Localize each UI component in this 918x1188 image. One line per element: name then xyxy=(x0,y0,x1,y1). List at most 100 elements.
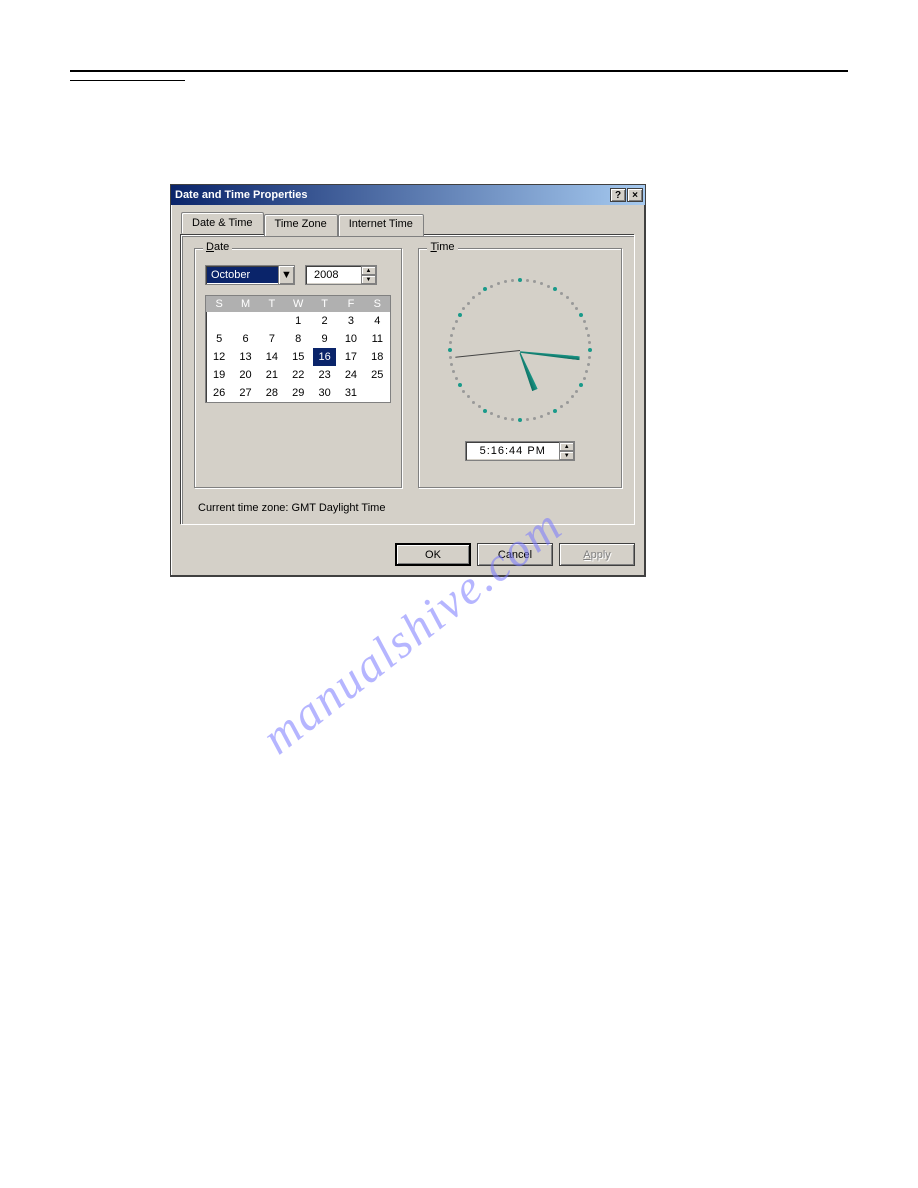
calendar-day[interactable]: 31 xyxy=(338,384,364,402)
clock-tick xyxy=(483,287,487,291)
clock-tick xyxy=(504,417,507,420)
close-button[interactable]: × xyxy=(627,188,643,202)
ok-button[interactable]: OK xyxy=(395,543,471,566)
clock-tick xyxy=(579,383,583,387)
calendar-day[interactable]: 19 xyxy=(206,366,232,384)
calendar-day[interactable]: 20 xyxy=(232,366,258,384)
clock-tick xyxy=(478,292,481,295)
calendar-day[interactable]: 25 xyxy=(364,366,390,384)
calendar-day[interactable]: 4 xyxy=(364,312,390,330)
clock-tick xyxy=(518,278,522,282)
calendar-day[interactable]: 23 xyxy=(311,366,337,384)
calendar-day[interactable]: 16 xyxy=(313,348,335,366)
tab-strip: Date & Time Time Zone Internet Time xyxy=(181,214,635,236)
calendar-day[interactable]: 2 xyxy=(311,312,337,330)
calendar-day xyxy=(232,312,258,330)
clock-tick xyxy=(579,313,583,317)
calendar-day[interactable]: 27 xyxy=(232,384,258,402)
calendar-day[interactable]: 3 xyxy=(338,312,364,330)
dropdown-arrow-icon[interactable]: ▼ xyxy=(278,266,294,284)
calendar-day[interactable]: 15 xyxy=(285,348,311,366)
apply-button[interactable]: Apply xyxy=(559,543,635,566)
clock-tick xyxy=(566,296,569,299)
year-down-button[interactable]: ▼ xyxy=(361,275,376,284)
time-input[interactable]: 5:16:44 PM ▲ ▼ xyxy=(465,441,575,461)
calendar-day[interactable]: 14 xyxy=(259,348,285,366)
time-up-button[interactable]: ▲ xyxy=(559,442,574,451)
calendar-day[interactable]: 6 xyxy=(232,330,258,348)
window-title: Date and Time Properties xyxy=(175,189,610,201)
calendar-day[interactable]: 13 xyxy=(232,348,258,366)
tab-internet-time[interactable]: Internet Time xyxy=(338,214,424,236)
calendar-day xyxy=(259,312,285,330)
calendar-day-header: T xyxy=(259,296,285,312)
analog-clock xyxy=(429,265,611,435)
month-dropdown[interactable]: October ▼ xyxy=(205,265,295,285)
tab-time-zone[interactable]: Time Zone xyxy=(264,214,338,236)
calendar-day[interactable]: 29 xyxy=(285,384,311,402)
clock-tick xyxy=(467,395,470,398)
clock-tick xyxy=(533,417,536,420)
help-button[interactable]: ? xyxy=(610,188,626,202)
calendar-day[interactable]: 8 xyxy=(285,330,311,348)
calendar-day xyxy=(206,312,232,330)
time-value[interactable]: 5:16:44 PM xyxy=(466,445,559,457)
clock-tick xyxy=(455,377,458,380)
titlebar[interactable]: Date and Time Properties ? × xyxy=(171,185,645,205)
tab-date-time[interactable]: Date & Time xyxy=(181,212,264,234)
page-rule xyxy=(70,70,848,72)
calendar-day[interactable]: 28 xyxy=(259,384,285,402)
clock-tick xyxy=(547,285,550,288)
year-spinner[interactable]: 2008 ▲ ▼ xyxy=(305,265,377,285)
tab-panel: Date October ▼ 2008 ▲ xyxy=(181,235,635,525)
calendar-day-header: W xyxy=(285,296,311,312)
clock-tick xyxy=(588,356,591,359)
calendar-day-header: F xyxy=(338,296,364,312)
clock-tick xyxy=(587,363,590,366)
calendar-day[interactable]: 9 xyxy=(311,330,337,348)
dialog-buttons: OK Cancel Apply xyxy=(171,535,645,576)
calendar-day[interactable]: 5 xyxy=(206,330,232,348)
time-down-button[interactable]: ▼ xyxy=(559,451,574,460)
calendar-day xyxy=(364,384,390,402)
clock-tick xyxy=(571,395,574,398)
clock-tick xyxy=(452,327,455,330)
clock-tick xyxy=(540,282,543,285)
clock-tick xyxy=(511,279,514,282)
clock-tick xyxy=(478,405,481,408)
calendar-day[interactable]: 21 xyxy=(259,366,285,384)
clock-tick xyxy=(490,412,493,415)
clock-tick xyxy=(458,383,462,387)
clock-tick xyxy=(490,285,493,288)
calendar-day[interactable]: 26 xyxy=(206,384,232,402)
calendar-day[interactable]: 30 xyxy=(311,384,337,402)
clock-tick xyxy=(588,348,592,352)
clock-tick xyxy=(560,292,563,295)
calendar-body[interactable]: 1234567891011121314151617181920212223242… xyxy=(206,312,390,402)
month-value: October xyxy=(206,269,278,281)
clock-tick xyxy=(448,348,452,352)
year-up-button[interactable]: ▲ xyxy=(361,266,376,275)
clock-tick xyxy=(587,334,590,337)
clock-tick xyxy=(553,287,557,291)
clock-tick xyxy=(526,279,529,282)
clock-tick xyxy=(533,280,536,283)
clock-tick xyxy=(450,363,453,366)
calendar[interactable]: SMTWTFS 12345678910111213141516171819202… xyxy=(205,295,391,403)
calendar-day[interactable]: 11 xyxy=(364,330,390,348)
calendar-day[interactable]: 7 xyxy=(259,330,285,348)
clock-tick xyxy=(583,320,586,323)
calendar-day[interactable]: 12 xyxy=(206,348,232,366)
calendar-day[interactable]: 1 xyxy=(285,312,311,330)
clock-tick xyxy=(566,401,569,404)
calendar-day[interactable]: 24 xyxy=(338,366,364,384)
hour-hand xyxy=(517,352,538,391)
cancel-button[interactable]: Cancel xyxy=(477,543,553,566)
clock-tick xyxy=(588,341,591,344)
minute-hand xyxy=(520,350,580,360)
calendar-day[interactable]: 10 xyxy=(338,330,364,348)
calendar-day[interactable]: 18 xyxy=(364,348,390,366)
calendar-day[interactable]: 17 xyxy=(338,348,364,366)
clock-tick xyxy=(452,370,455,373)
calendar-day[interactable]: 22 xyxy=(285,366,311,384)
